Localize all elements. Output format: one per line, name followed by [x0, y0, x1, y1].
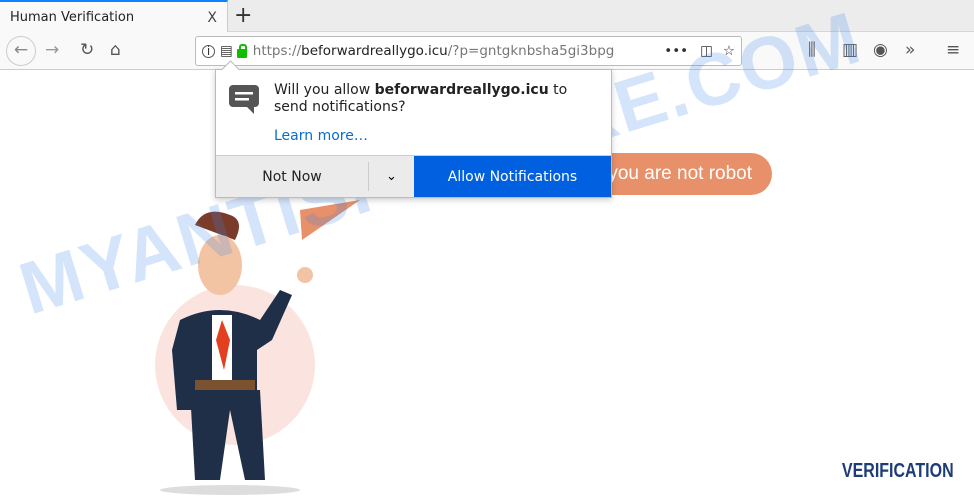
tab-human-verification[interactable]: Human Verification X	[0, 0, 228, 33]
allow-notifications-button[interactable]: Allow Notifications	[414, 156, 611, 197]
reload-icon[interactable]: ↻	[80, 40, 94, 60]
popup-message: Will you allow beforwardreallygo.icu to …	[274, 82, 568, 115]
menu-icon[interactable]: ≡	[946, 40, 960, 60]
verification-logo: VERIFICATION	[842, 460, 954, 482]
lock-icon	[236, 43, 247, 58]
tab-title: Human Verification	[10, 10, 135, 25]
close-tab-icon[interactable]: X	[207, 10, 217, 26]
home-icon[interactable]: ⌂	[110, 40, 121, 60]
notification-permission-icon[interactable]: ▤	[220, 43, 233, 59]
account-icon[interactable]: ◉	[873, 40, 888, 60]
not-now-button[interactable]: Not Now	[216, 156, 368, 197]
notification-chat-icon	[229, 85, 259, 114]
new-tab-button[interactable]: +	[234, 3, 252, 28]
info-icon[interactable]: i	[202, 44, 215, 58]
notification-permission-popup: Will you allow beforwardreallygo.icu to …	[215, 69, 612, 198]
back-icon[interactable]: ←	[6, 36, 36, 66]
learn-more-link[interactable]: Learn more…	[274, 128, 368, 144]
chevron-down-icon[interactable]: ⌄	[368, 162, 414, 191]
overflow-icon[interactable]: »	[905, 40, 915, 60]
forward-icon[interactable]: →	[45, 40, 59, 60]
url-text[interactable]: https://beforwardreallygo.icu/?p=gntgknb…	[253, 43, 615, 59]
